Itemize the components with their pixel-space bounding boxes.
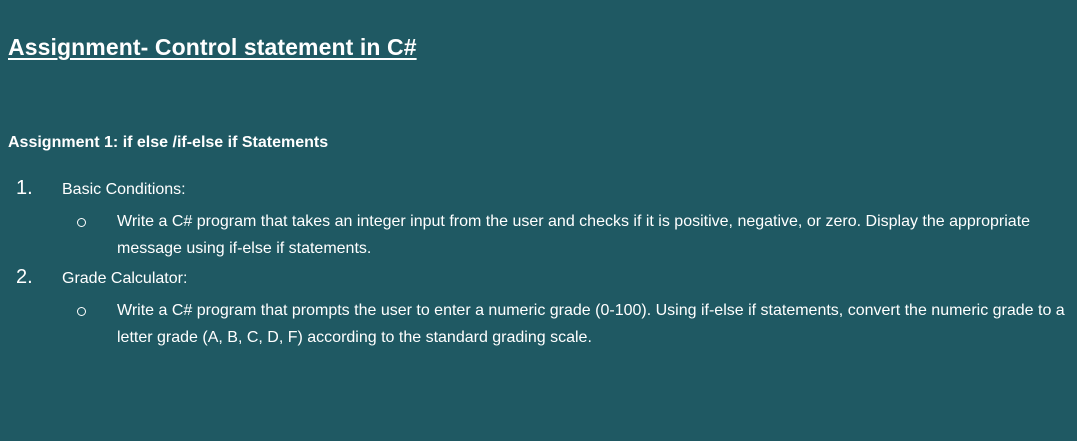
task-number: 2. <box>16 266 33 288</box>
hollow-circle-bullet-icon <box>77 307 86 316</box>
task-description: Write a C# program that takes an integer… <box>117 213 1031 257</box>
task-number: 1. <box>16 177 33 199</box>
task-description: Write a C# program that prompts the user… <box>117 302 1065 346</box>
task-title: Grade Calculator: <box>62 270 188 287</box>
section-heading: Assignment 1: if else /if-else if Statem… <box>8 134 329 151</box>
hollow-circle-bullet-icon <box>77 218 86 227</box>
document-title: Assignment- Control statement in C# <box>8 34 417 60</box>
task-title: Basic Conditions: <box>62 181 186 198</box>
document-page: Assignment- Control statement in C# Assi… <box>0 0 1077 441</box>
